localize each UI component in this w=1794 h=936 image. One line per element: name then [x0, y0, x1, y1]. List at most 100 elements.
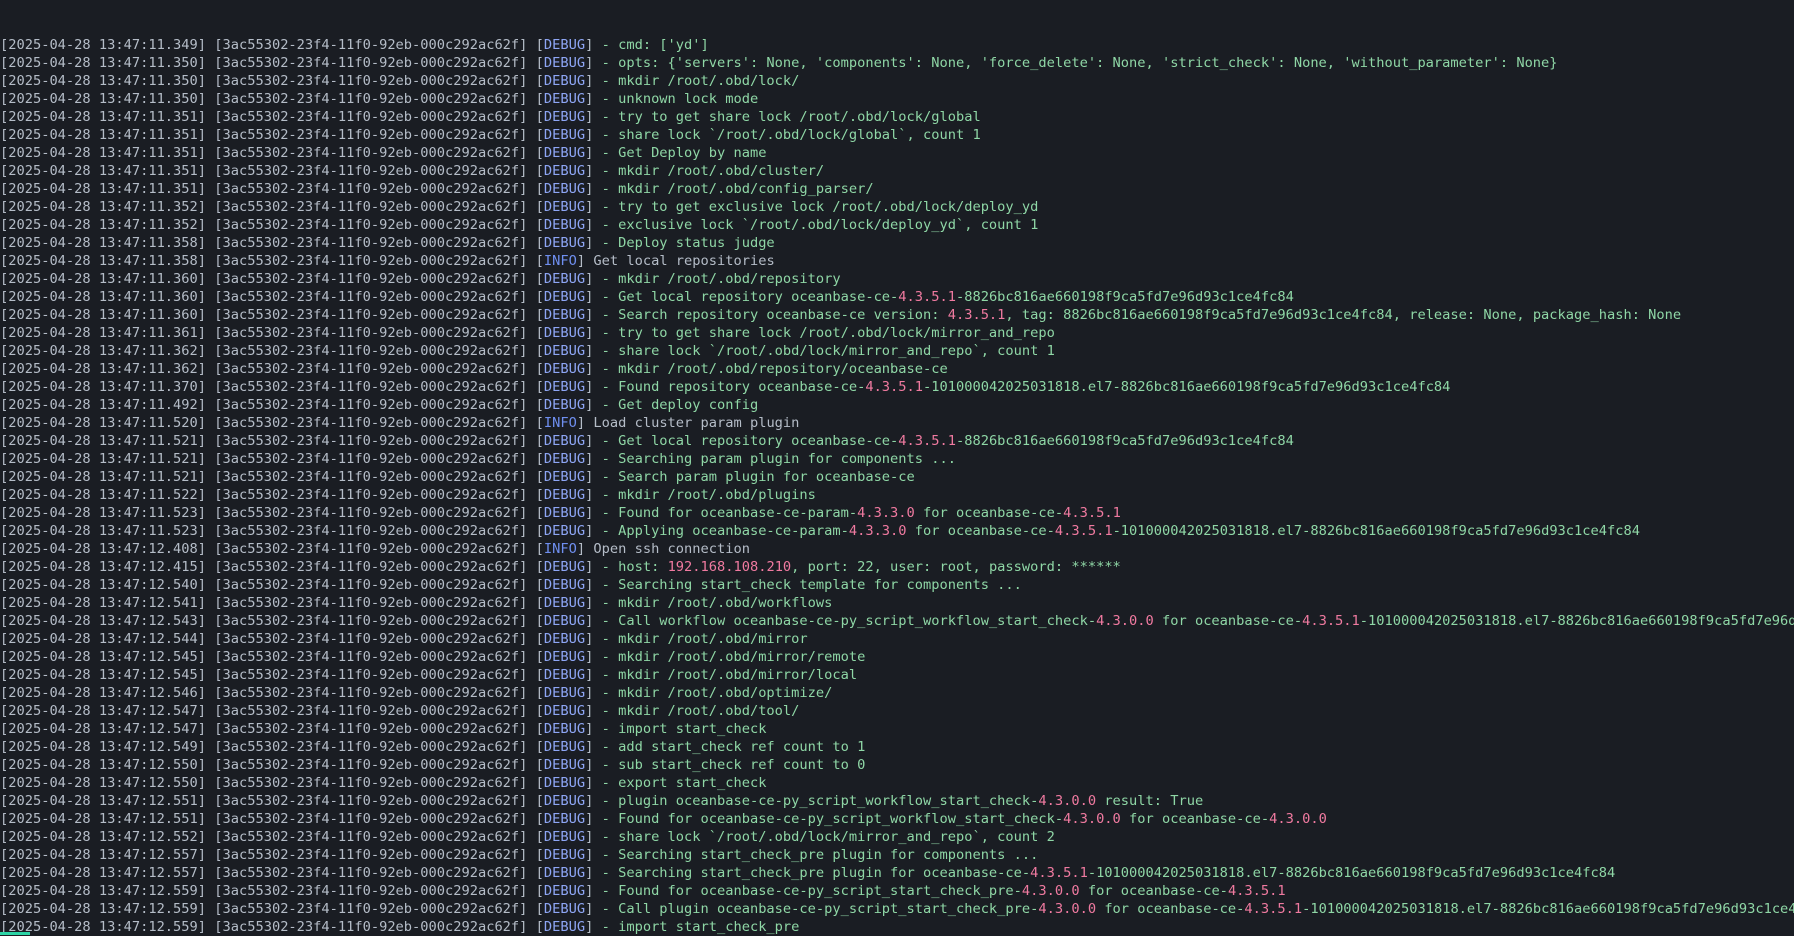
log-line: [2025-04-28 13:47:11.358] [3ac55302-23f4… — [0, 235, 775, 251]
log-message: Load cluster param plugin — [593, 415, 800, 431]
log-trace-id: [3ac55302-23f4-11f0-92eb-000c292ac62f] — [214, 433, 528, 449]
log-line: [2025-04-28 13:47:12.546] [3ac55302-23f4… — [0, 685, 833, 701]
log-timestamp: [2025-04-28 13:47:11.492] — [0, 397, 207, 413]
terminal-cursor — [0, 932, 30, 935]
log-level: DEBUG — [543, 217, 586, 233]
log-message: - mkdir /root/.obd/mirror — [601, 631, 808, 647]
log-level: DEBUG — [543, 739, 586, 755]
log-level: DEBUG — [543, 73, 586, 89]
log-level: INFO — [543, 415, 577, 431]
log-message: - mkdir /root/.obd/cluster/ — [601, 163, 825, 179]
log-message: - Searching param plugin for components … — [601, 451, 956, 467]
log-line: [2025-04-28 13:47:11.521] [3ac55302-23f4… — [0, 469, 915, 485]
log-trace-id: [3ac55302-23f4-11f0-92eb-000c292ac62f] — [214, 181, 528, 197]
log-highlight: 4.3.5.1 — [1030, 865, 1088, 881]
log-trace-id: [3ac55302-23f4-11f0-92eb-000c292ac62f] — [214, 37, 528, 53]
log-line: [2025-04-28 13:47:12.550] [3ac55302-23f4… — [0, 775, 767, 791]
log-trace-id: [3ac55302-23f4-11f0-92eb-000c292ac62f] — [214, 595, 528, 611]
log-message: - Searching start_check_pre plugin for o… — [601, 865, 1031, 881]
log-trace-id: [3ac55302-23f4-11f0-92eb-000c292ac62f] — [214, 847, 528, 863]
log-line: [2025-04-28 13:47:12.552] [3ac55302-23f4… — [0, 829, 1055, 845]
log-message: - Search repository oceanbase-ce version… — [601, 307, 948, 323]
log-message: for oceanbase-ce- — [1153, 613, 1303, 629]
log-message: -101000042025031818.el7-8826bc816ae66019… — [923, 379, 1451, 395]
log-level: DEBUG — [543, 631, 586, 647]
log-message: - export start_check — [601, 775, 767, 791]
log-timestamp: [2025-04-28 13:47:12.545] — [0, 667, 207, 683]
log-trace-id: [3ac55302-23f4-11f0-92eb-000c292ac62f] — [214, 919, 528, 935]
log-message: - Get deploy config — [601, 397, 759, 413]
log-level: DEBUG — [543, 361, 586, 377]
log-trace-id: [3ac55302-23f4-11f0-92eb-000c292ac62f] — [214, 217, 528, 233]
log-message: for oceanbase-ce- — [1120, 811, 1270, 827]
log-level: DEBUG — [543, 919, 586, 935]
log-timestamp: [2025-04-28 13:47:11.358] — [0, 235, 207, 251]
log-level: DEBUG — [543, 775, 586, 791]
log-level: DEBUG — [543, 199, 586, 215]
log-line: [2025-04-28 13:47:12.547] [3ac55302-23f4… — [0, 703, 800, 719]
log-message: - cmd: ['yd'] — [601, 37, 709, 53]
log-timestamp: [2025-04-28 13:47:12.540] — [0, 577, 207, 593]
log-trace-id: [3ac55302-23f4-11f0-92eb-000c292ac62f] — [214, 775, 528, 791]
log-timestamp: [2025-04-28 13:47:11.351] — [0, 127, 207, 143]
log-timestamp: [2025-04-28 13:47:12.559] — [0, 883, 207, 899]
log-trace-id: [3ac55302-23f4-11f0-92eb-000c292ac62f] — [214, 271, 528, 287]
log-level: DEBUG — [543, 487, 586, 503]
log-line: [2025-04-28 13:47:11.523] [3ac55302-23f4… — [0, 505, 1121, 521]
log-timestamp: [2025-04-28 13:47:12.543] — [0, 613, 207, 629]
log-trace-id: [3ac55302-23f4-11f0-92eb-000c292ac62f] — [214, 865, 528, 881]
log-line: [2025-04-28 13:47:12.545] [3ac55302-23f4… — [0, 649, 866, 665]
log-line: [2025-04-28 13:47:11.360] [3ac55302-23f4… — [0, 289, 1294, 305]
log-line: [2025-04-28 13:47:11.351] [3ac55302-23f4… — [0, 163, 825, 179]
log-highlight: 4.3.0.0 — [1096, 613, 1154, 629]
log-trace-id: [3ac55302-23f4-11f0-92eb-000c292ac62f] — [214, 73, 528, 89]
log-message: result: True — [1096, 793, 1204, 809]
log-level: DEBUG — [543, 271, 586, 287]
log-level: DEBUG — [543, 433, 586, 449]
log-timestamp: [2025-04-28 13:47:12.547] — [0, 721, 207, 737]
log-trace-id: [3ac55302-23f4-11f0-92eb-000c292ac62f] — [214, 91, 528, 107]
log-line: [2025-04-28 13:47:11.351] [3ac55302-23f4… — [0, 127, 981, 143]
log-level: DEBUG — [543, 127, 586, 143]
log-message: - Get local repository oceanbase-ce- — [601, 433, 899, 449]
log-level: DEBUG — [543, 397, 586, 413]
log-trace-id: [3ac55302-23f4-11f0-92eb-000c292ac62f] — [214, 883, 528, 899]
log-line: [2025-04-28 13:47:11.352] [3ac55302-23f4… — [0, 217, 1039, 233]
terminal-output[interactable]: [2025-04-28 13:47:11.349] [3ac55302-23f4… — [0, 0, 1794, 936]
log-message: - import start_check_pre — [601, 919, 800, 935]
log-timestamp: [2025-04-28 13:47:11.361] — [0, 325, 207, 341]
log-trace-id: [3ac55302-23f4-11f0-92eb-000c292ac62f] — [214, 811, 528, 827]
log-line: [2025-04-28 13:47:12.540] [3ac55302-23f4… — [0, 577, 1022, 593]
log-message: - mkdir /root/.obd/lock/ — [601, 73, 800, 89]
log-level: DEBUG — [543, 595, 586, 611]
log-message: - mkdir /root/.obd/repository/oceanbase-… — [601, 361, 948, 377]
log-line: [2025-04-28 13:47:12.550] [3ac55302-23f4… — [0, 757, 866, 773]
log-trace-id: [3ac55302-23f4-11f0-92eb-000c292ac62f] — [214, 613, 528, 629]
log-level: DEBUG — [543, 523, 586, 539]
log-message: -101000042025031818.el7-8826bc816ae66019… — [1087, 865, 1616, 881]
log-message: - import start_check — [601, 721, 767, 737]
log-line: [2025-04-28 13:47:11.350] [3ac55302-23f4… — [0, 91, 759, 107]
log-trace-id: [3ac55302-23f4-11f0-92eb-000c292ac62f] — [214, 667, 528, 683]
log-highlight: 4.3.5.1 — [1244, 901, 1303, 917]
log-line: [2025-04-28 13:47:12.541] [3ac55302-23f4… — [0, 595, 833, 611]
log-line: [2025-04-28 13:47:12.549] [3ac55302-23f4… — [0, 739, 866, 755]
log-timestamp: [2025-04-28 13:47:11.520] — [0, 415, 207, 431]
log-highlight: 4.3.5.1 — [1054, 523, 1113, 539]
log-line: [2025-04-28 13:47:11.351] [3ac55302-23f4… — [0, 109, 981, 125]
log-timestamp: [2025-04-28 13:47:12.559] — [0, 919, 207, 935]
log-timestamp: [2025-04-28 13:47:12.551] — [0, 793, 207, 809]
log-timestamp: [2025-04-28 13:47:11.351] — [0, 181, 207, 197]
log-trace-id: [3ac55302-23f4-11f0-92eb-000c292ac62f] — [214, 145, 528, 161]
log-level: DEBUG — [543, 469, 586, 485]
log-line: [2025-04-28 13:47:11.358] [3ac55302-23f4… — [0, 253, 775, 269]
log-trace-id: [3ac55302-23f4-11f0-92eb-000c292ac62f] — [214, 415, 528, 431]
log-timestamp: [2025-04-28 13:47:12.559] — [0, 901, 207, 917]
log-line: [2025-04-28 13:47:11.351] [3ac55302-23f4… — [0, 145, 767, 161]
log-level: DEBUG — [543, 325, 586, 341]
log-trace-id: [3ac55302-23f4-11f0-92eb-000c292ac62f] — [214, 901, 528, 917]
log-timestamp: [2025-04-28 13:47:11.351] — [0, 145, 207, 161]
log-message: - Get local repository oceanbase-ce- — [601, 289, 899, 305]
log-message: - try to get share lock /root/.obd/lock/… — [601, 325, 1055, 341]
log-level: DEBUG — [543, 613, 586, 629]
